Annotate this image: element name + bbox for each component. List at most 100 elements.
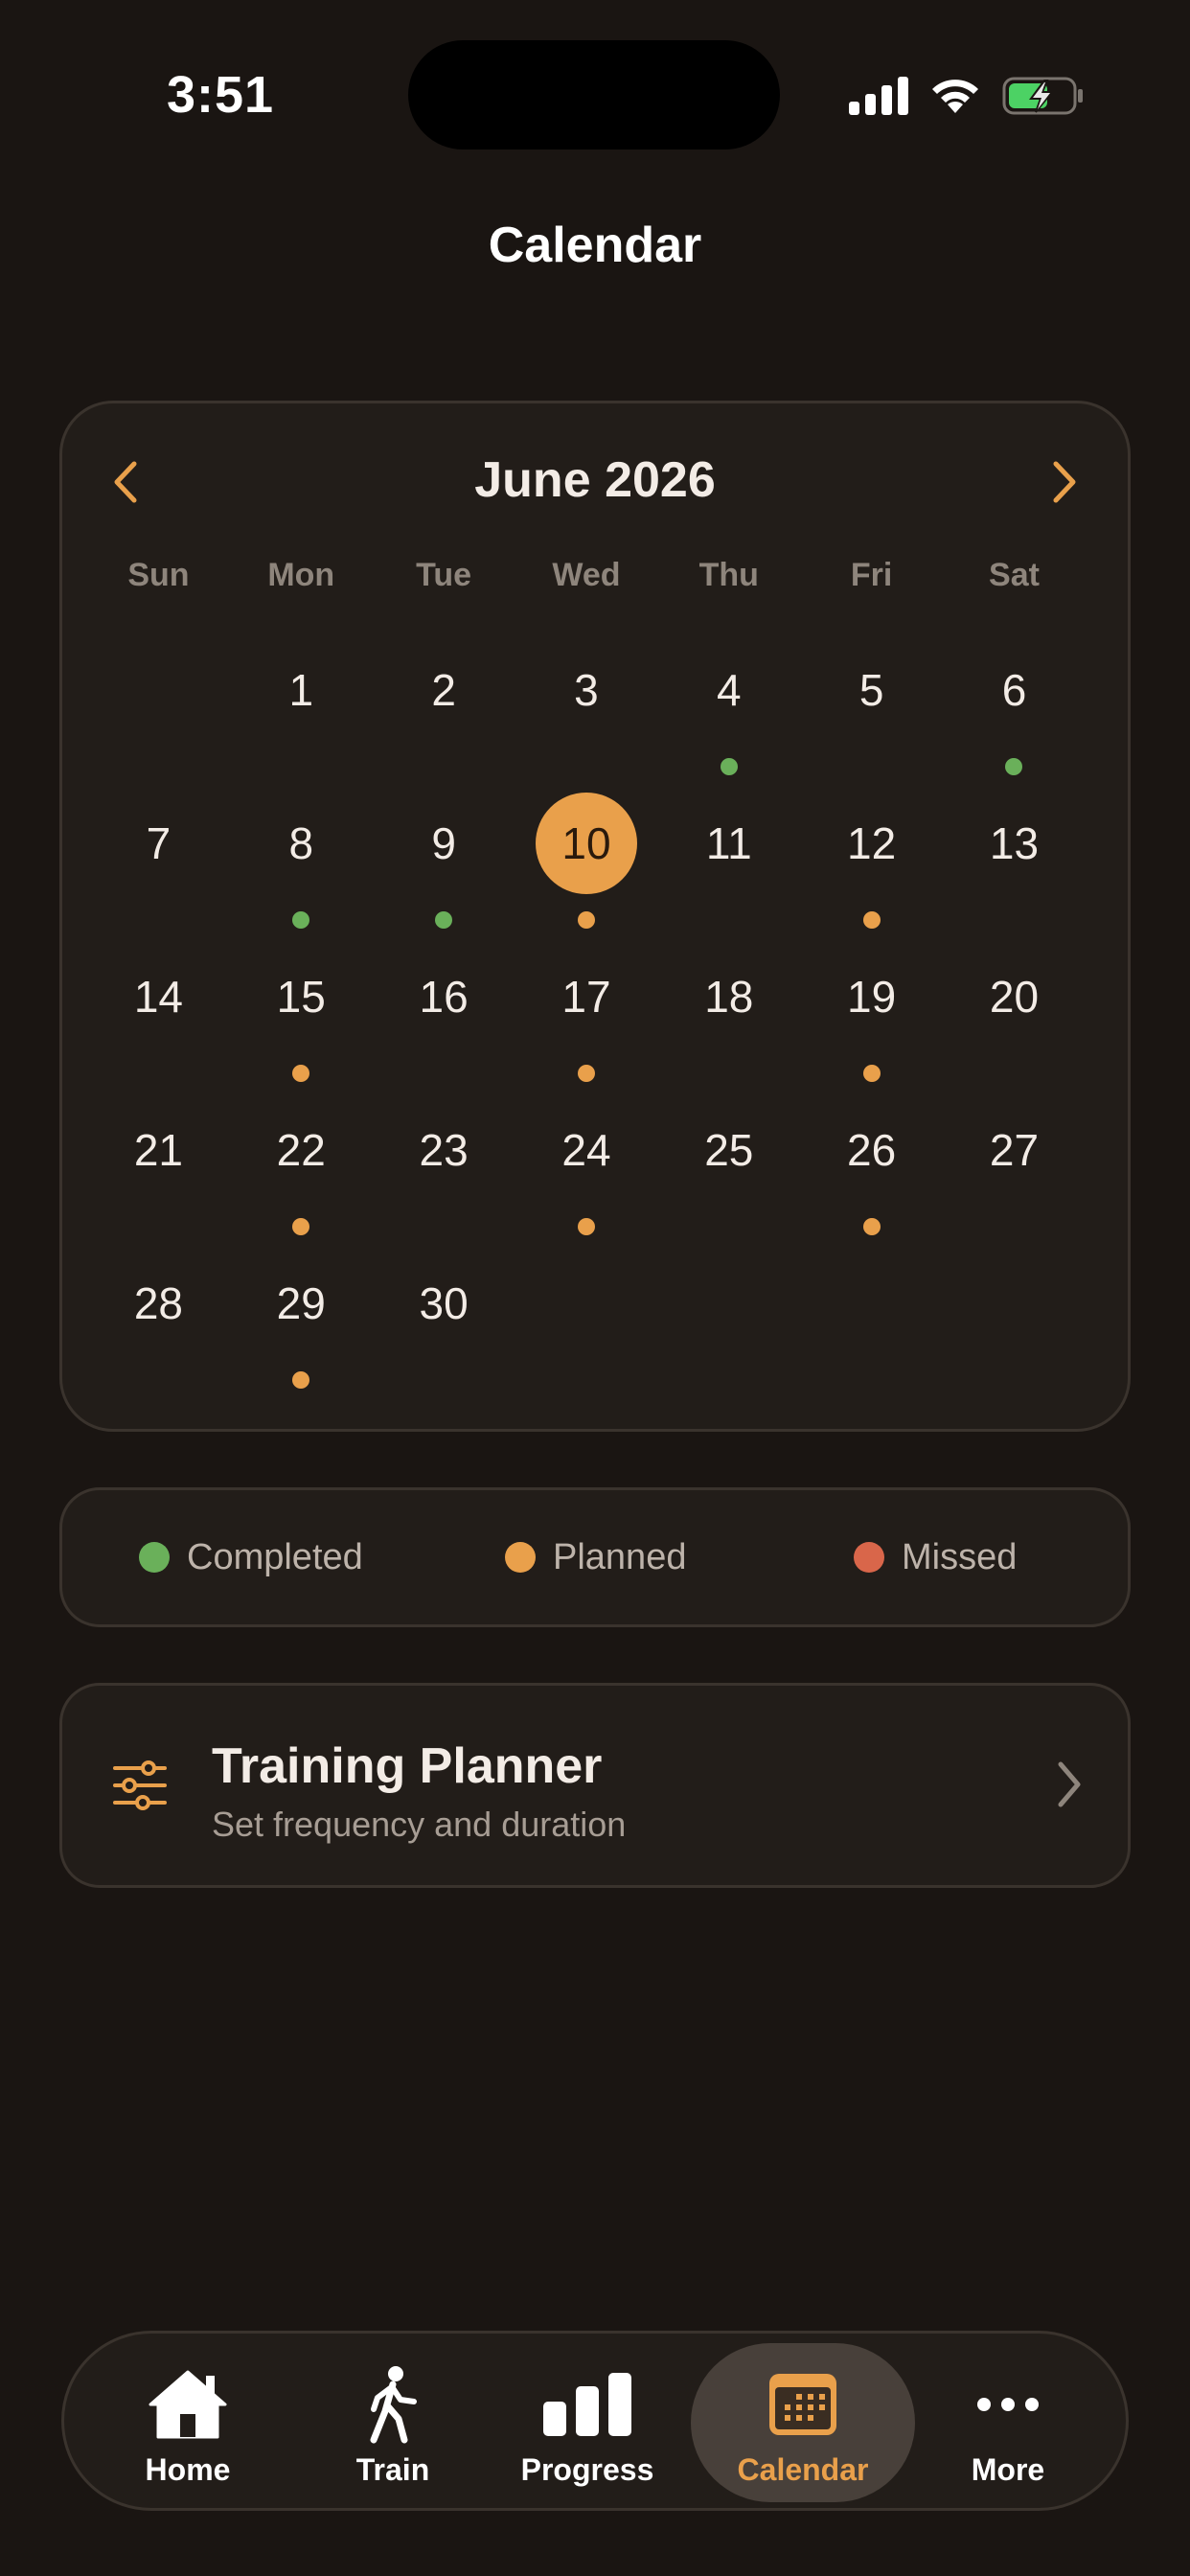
weekday-label: Tue	[416, 557, 472, 593]
status-icons	[849, 71, 1085, 121]
house-icon	[149, 2370, 227, 2439]
day-number: 1	[288, 665, 314, 715]
planned-dot-icon	[577, 1218, 595, 1235]
weekday-label: Mon	[267, 557, 335, 593]
day-cell[interactable]: 5	[800, 633, 943, 787]
day-cell[interactable]: 3	[515, 633, 658, 787]
day-cell[interactable]: 17	[515, 940, 658, 1093]
tab-train[interactable]: Train	[331, 2334, 455, 2508]
day-number: 15	[276, 972, 326, 1022]
ellipsis-icon	[977, 2398, 1039, 2411]
planned-dot-icon	[862, 911, 881, 929]
day-cell[interactable]: 19	[800, 940, 943, 1093]
tab-bar: Home Train Progress Calendar More	[61, 2331, 1129, 2511]
legend-label: Missed	[902, 1536, 1018, 1577]
planner-subtitle: Set frequency and duration	[212, 1805, 627, 1844]
tab-progress[interactable]: Progress	[515, 2334, 660, 2508]
day-cell[interactable]: 7	[87, 787, 230, 940]
status-time: 3:51	[167, 66, 275, 124]
legend-card: Completed Planned Missed	[59, 1487, 1131, 1627]
planned-dot-icon	[292, 1218, 310, 1235]
day-cell[interactable]: 26	[800, 1093, 943, 1247]
day-number: 28	[133, 1278, 183, 1328]
day-number: 8	[288, 818, 314, 868]
tab-calendar[interactable]: Calendar	[725, 2334, 881, 2508]
day-number: 19	[847, 972, 897, 1022]
day-number: 16	[419, 972, 469, 1022]
day-number: 23	[419, 1125, 469, 1175]
day-cell[interactable]: 16	[373, 940, 515, 1093]
planned-dot-icon	[862, 1065, 881, 1082]
day-cell[interactable]: 24	[515, 1093, 658, 1247]
day-cell[interactable]: 11	[657, 787, 800, 940]
day-number: 22	[276, 1125, 326, 1175]
weekday-label: Thu	[698, 557, 759, 593]
legend-label: Completed	[187, 1536, 363, 1577]
tab-label: Home	[145, 2452, 231, 2487]
day-cell[interactable]: 6	[943, 633, 1086, 787]
day-cell[interactable]: 27	[943, 1093, 1086, 1247]
day-cell[interactable]: 21	[87, 1093, 230, 1247]
day-number: 12	[847, 818, 897, 868]
day-number: 4	[717, 665, 742, 715]
day-number: 9	[431, 818, 456, 868]
planned-dot-icon	[292, 1065, 310, 1082]
day-number: 25	[704, 1125, 754, 1175]
completed-dot-icon	[435, 911, 453, 929]
day-cell[interactable]: 23	[373, 1093, 515, 1247]
day-number: 2	[431, 665, 456, 715]
weekday-header: Sun Mon Tue Wed Thu Fri Sat	[87, 557, 1086, 594]
chevron-right-icon	[1058, 1761, 1081, 1807]
day-cell[interactable]: 20	[943, 940, 1086, 1093]
day-cell[interactable]: 12	[800, 787, 943, 940]
completed-dot-icon	[139, 1542, 170, 1573]
day-cell[interactable]: 22	[230, 1093, 373, 1247]
day-cell[interactable]: 30	[373, 1247, 515, 1400]
day-cell[interactable]: 2	[373, 633, 515, 787]
day-number: 29	[276, 1278, 326, 1328]
training-planner-button[interactable]: Training Planner Set frequency and durat…	[59, 1683, 1131, 1888]
walking-person-icon	[370, 2366, 417, 2444]
day-number: 27	[989, 1125, 1040, 1175]
missed-dot-icon	[854, 1542, 884, 1573]
day-cell[interactable]: 28	[87, 1247, 230, 1400]
planned-dot-icon	[577, 1065, 595, 1082]
calendar-card: June 2026 Sun Mon Tue Wed Thu Fri Sat 12…	[59, 401, 1131, 1432]
next-month-button[interactable]	[1036, 453, 1093, 511]
day-cell[interactable]: 9	[373, 787, 515, 940]
day-grid: 1 2 3 4 5 6 7 8 9 10 11 12 13 14 15 16 17 18 19 20 21 22 23 24 2…	[87, 633, 1086, 1400]
day-number: 14	[133, 972, 183, 1022]
day-cell[interactable]: 1	[230, 633, 373, 787]
day-cell[interactable]: 15	[230, 940, 373, 1093]
empty-day-cell	[87, 633, 230, 787]
planned-dot-icon	[862, 1218, 881, 1235]
tab-label: Train	[355, 2452, 430, 2487]
day-cell[interactable]: 29	[230, 1247, 373, 1400]
day-cell[interactable]: 18	[657, 940, 800, 1093]
tab-label: Calendar	[737, 2452, 869, 2487]
day-cell[interactable]: 14	[87, 940, 230, 1093]
day-cell[interactable]: 13	[943, 787, 1086, 940]
day-cell[interactable]: 4	[657, 633, 800, 787]
day-cell[interactable]: 25	[657, 1093, 800, 1247]
day-number: 5	[858, 665, 884, 715]
day-number: 21	[133, 1125, 183, 1175]
planner-title: Training Planner	[212, 1738, 603, 1794]
legend-completed: Completed	[139, 1490, 363, 1624]
tab-label: Progress	[520, 2452, 654, 2487]
cellular-signal-icon	[849, 77, 908, 115]
day-number: 10	[535, 793, 637, 894]
planned-dot-icon	[292, 1371, 310, 1389]
tab-home[interactable]: Home	[124, 2334, 252, 2508]
day-cell-today[interactable]: 10	[515, 787, 658, 940]
weekday-label: Sun	[127, 557, 190, 593]
completed-dot-icon	[1005, 758, 1023, 775]
tab-more[interactable]: More	[946, 2334, 1070, 2508]
legend-label: Planned	[553, 1536, 687, 1577]
day-number: 13	[989, 818, 1040, 868]
day-number: 6	[1001, 665, 1027, 715]
weekday-label: Wed	[552, 557, 621, 593]
day-cell[interactable]: 8	[230, 787, 373, 940]
day-number: 20	[989, 972, 1040, 1022]
legend-missed: Missed	[854, 1490, 1017, 1624]
